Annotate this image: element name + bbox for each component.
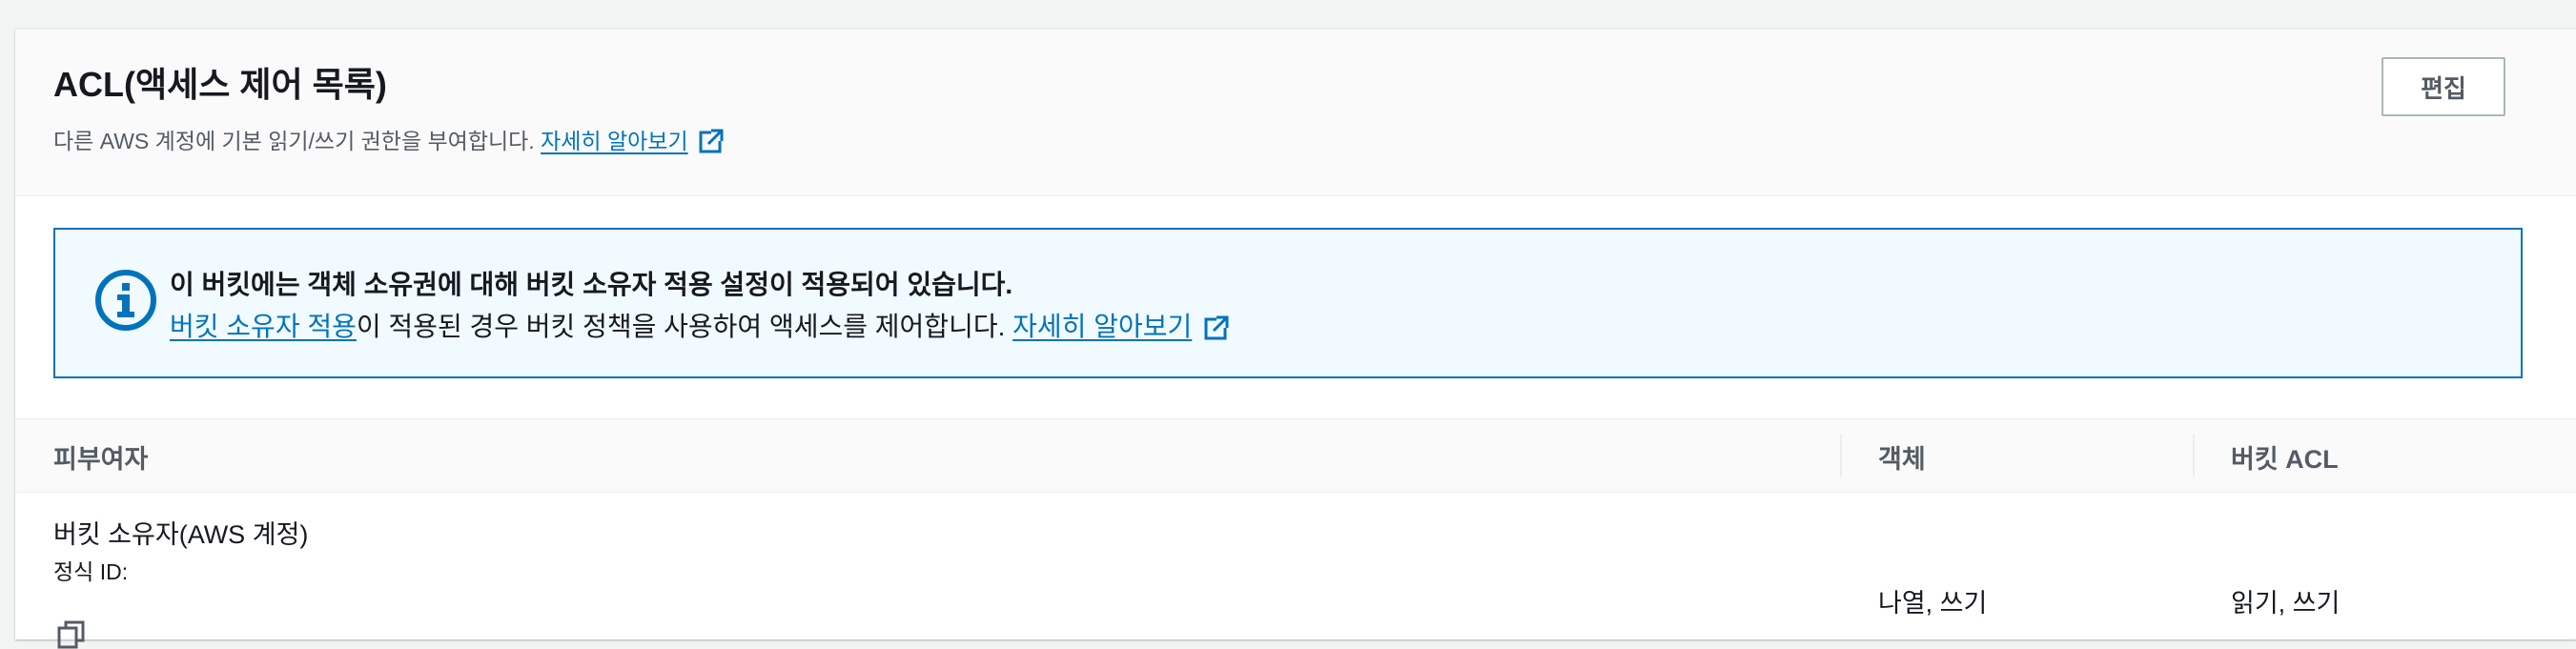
- column-header-objects: 객체: [1878, 445, 1926, 474]
- table-header-row: 피부여자 객체 버킷 ACL: [15, 418, 2576, 493]
- alert-body-text: 이 적용된 경우 버킷 정책을 사용하여 액세스를 제어합니다.: [356, 312, 1006, 341]
- learn-more-link[interactable]: 자세히 알아보기: [541, 129, 688, 153]
- info-icon: [95, 270, 156, 331]
- column-header-bucket-acl: 버킷 ACL: [2231, 445, 2339, 474]
- alert-learn-more-link[interactable]: 자세히 알아보기: [1012, 312, 1192, 341]
- grantee-name: 버킷 소유자(AWS 계정): [53, 520, 309, 549]
- copy-icon[interactable]: [57, 620, 86, 649]
- acl-panel: ACL(액세스 제어 목록) 다른 AWS 계정에 기본 읽기/쓰기 권한을 부…: [15, 29, 2576, 649]
- bucket-acl-permissions: 읽기, 쓰기: [2231, 589, 2341, 618]
- panel-header: ACL(액세스 제어 목록) 다른 AWS 계정에 기본 읽기/쓰기 권한을 부…: [15, 30, 2576, 196]
- description-text: 다른 AWS 계정에 기본 읽기/쓰기 권한을 부여합니다.: [53, 129, 535, 153]
- canonical-id-label: 정식 ID:: [53, 559, 129, 584]
- column-header-grantee: 피부여자: [53, 445, 149, 474]
- info-alert: 이 버킷에는 객체 소유권에 대해 버킷 소유자 적용 설정이 적용되어 있습니…: [53, 228, 2523, 378]
- alert-body: 버킷 소유자 적용이 적용된 경우 버킷 정책을 사용하여 액세스를 제어합니다…: [170, 306, 1230, 344]
- edit-button[interactable]: 편집: [2382, 57, 2505, 116]
- object-permissions: 나열, 쓰기: [1878, 589, 1988, 618]
- external-link-icon[interactable]: [698, 128, 725, 154]
- external-link-icon[interactable]: [1203, 314, 1230, 341]
- page-title: ACL(액세스 제어 목록): [53, 65, 387, 104]
- bucket-owner-enforced-link[interactable]: 버킷 소유자 적용: [170, 312, 357, 341]
- alert-title: 이 버킷에는 객체 소유권에 대해 버킷 소유자 적용 설정이 적용되어 있습니…: [170, 270, 1013, 299]
- panel-description: 다른 AWS 계정에 기본 읽기/쓰기 권한을 부여합니다. 자세히 알아보기: [53, 128, 725, 156]
- column-resizer[interactable]: [1840, 435, 1842, 477]
- column-resizer[interactable]: [2193, 435, 2195, 477]
